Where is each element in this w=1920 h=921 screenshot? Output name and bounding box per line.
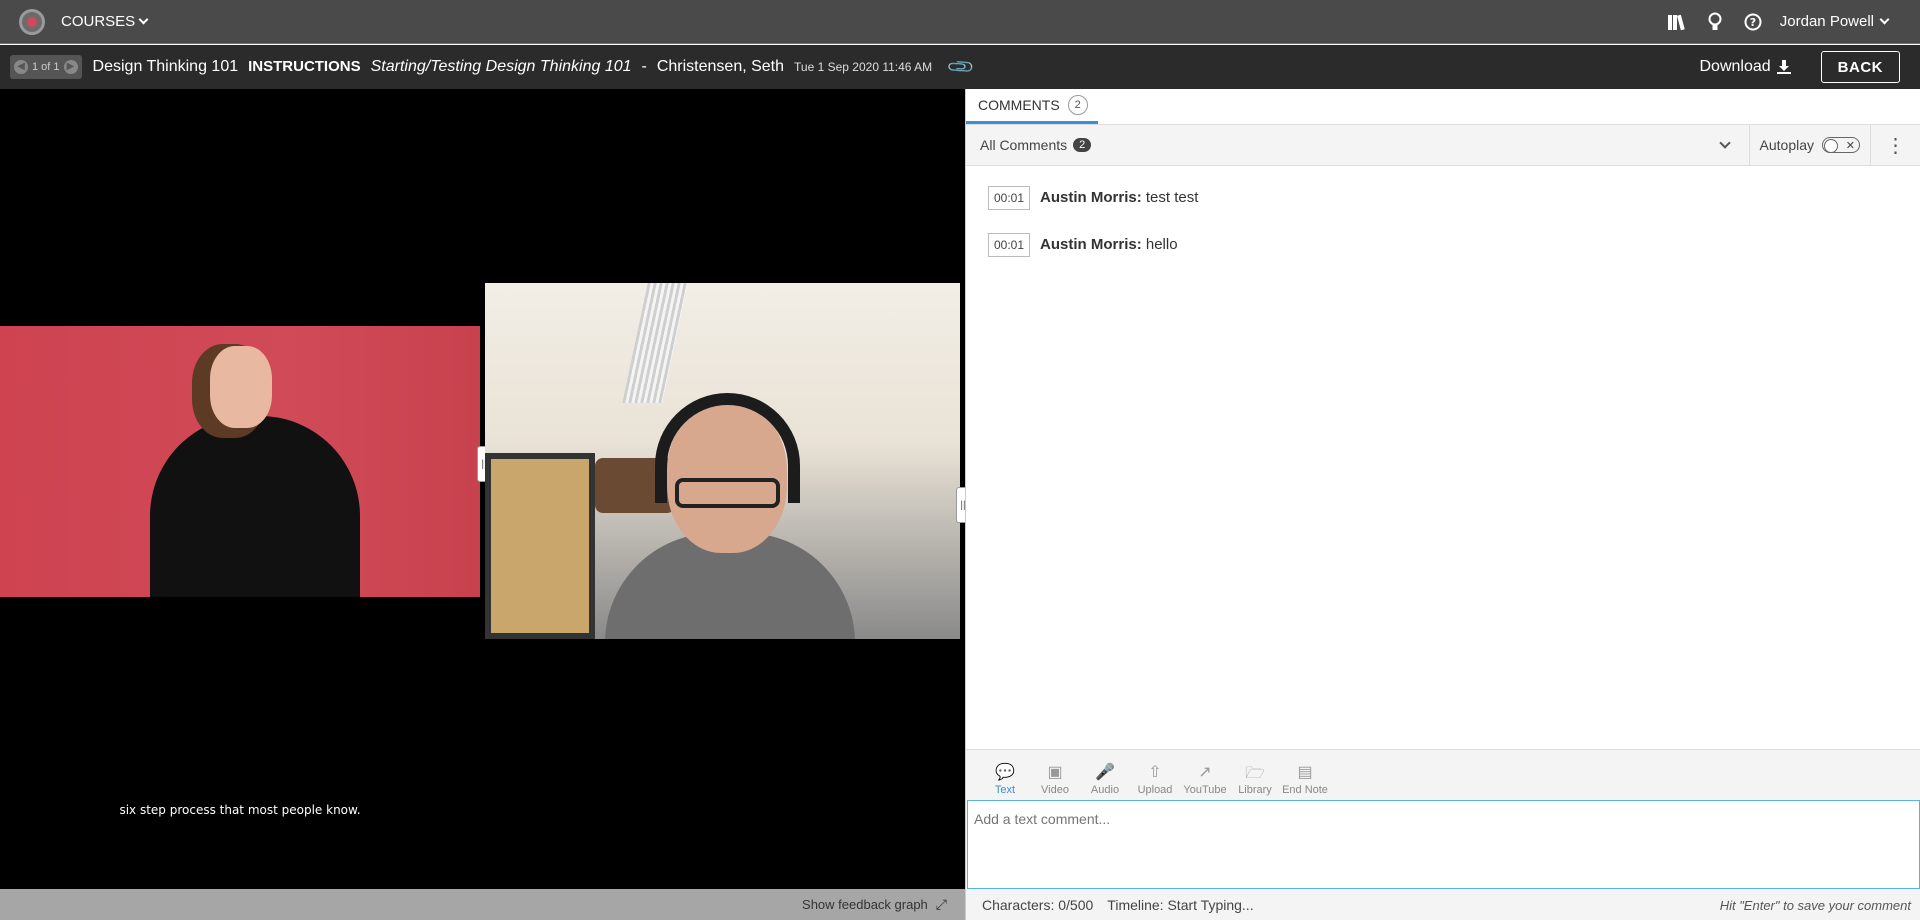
paperclip-icon[interactable]: 📎 xyxy=(946,52,977,83)
courses-menu[interactable]: COURSES xyxy=(61,13,149,30)
breadcrumb: Design Thinking 101 INSTRUCTIONS Startin… xyxy=(93,58,933,76)
all-comments-filter[interactable]: All Comments 2 xyxy=(980,137,1092,153)
student-name: Christensen, Seth xyxy=(656,58,785,75)
instructor-head xyxy=(210,346,272,428)
comment-type-label: End Note xyxy=(1282,784,1328,796)
download-icon xyxy=(1776,60,1791,74)
comment-type-label: Upload xyxy=(1137,784,1173,796)
top-nav: COURSES ? Jordan Powell xyxy=(0,0,1920,44)
tab-comments[interactable]: COMMENTS 2 xyxy=(966,95,1098,124)
library-icon[interactable] xyxy=(1666,11,1688,33)
all-comments-label: All Comments xyxy=(980,137,1068,153)
microphone-icon: 🎤 xyxy=(1095,764,1115,781)
comment-input[interactable] xyxy=(974,811,1913,827)
video-camera-icon: ▣ xyxy=(1047,764,1063,781)
prev-arrow-icon[interactable]: ◀ xyxy=(14,60,28,74)
tab-comments-label: COMMENTS xyxy=(978,97,1060,113)
window-frame xyxy=(485,453,595,639)
speech-bubble-icon: 💬 xyxy=(995,764,1015,781)
svg-text:?: ? xyxy=(1750,16,1756,29)
comment-type-youtube[interactable]: ↗ YouTube xyxy=(1180,762,1230,800)
video-footer: Show feedback graph ⤢ xyxy=(0,889,965,920)
composer-footer: Characters: 0/500 Timeline: Start Typing… xyxy=(966,889,1920,921)
next-arrow-icon[interactable]: ▶ xyxy=(63,60,78,74)
feedback-graph-toggle[interactable]: Show feedback graph xyxy=(802,897,928,912)
comment-type-label: Audio xyxy=(1090,784,1120,796)
comment-timestamp[interactable]: 00:01 xyxy=(988,232,1031,257)
submission-header: ◀ 1 of 1 ▶ Design Thinking 101 INSTRUCTI… xyxy=(0,45,1920,89)
comment-text: hello xyxy=(1145,236,1178,253)
upload-arrow-icon: ⇧ xyxy=(1148,764,1162,781)
video-player[interactable]: || || six step process that most people … xyxy=(0,89,970,920)
back-button[interactable]: BACK xyxy=(1820,51,1900,83)
download-button[interactable]: Download xyxy=(1700,58,1791,76)
note-icon: ▤ xyxy=(1297,764,1313,781)
submission-pager: ◀ 1 of 1 ▶ xyxy=(10,55,82,79)
comment-item[interactable]: 00:01 Austin Morris: hello xyxy=(988,221,1920,268)
comments-tabs: COMMENTS 2 xyxy=(966,89,1920,125)
comments-count-badge: 2 xyxy=(1067,95,1088,115)
video-caption: six step process that most people know. xyxy=(119,803,361,817)
comment-text: test test xyxy=(1145,189,1199,206)
autoplay-label: Autoplay xyxy=(1759,137,1814,153)
expand-icon[interactable]: ⤢ xyxy=(936,896,947,913)
comment-type-library[interactable]: 🗁 Library xyxy=(1230,762,1280,800)
comment-type-end-note[interactable]: ▤ End Note xyxy=(1280,762,1330,800)
comment-type-label: Video xyxy=(1041,784,1069,796)
lightbulb-icon[interactable] xyxy=(1704,11,1726,33)
assignment-title: Starting/Testing Design Thinking 101 xyxy=(370,58,632,75)
comment-author: Austin Morris: xyxy=(1040,236,1142,253)
all-comments-count: 2 xyxy=(1073,138,1092,152)
comment-item[interactable]: 00:01 Austin Morris: test test xyxy=(988,174,1920,221)
instructor-video[interactable] xyxy=(0,326,480,597)
ceiling-light xyxy=(622,283,688,403)
comment-type-label: YouTube xyxy=(1183,784,1227,796)
comment-input-box[interactable] xyxy=(967,800,1920,889)
separator: - xyxy=(641,58,647,75)
comments-filter-bar: All Comments 2 Autoplay ✕ ⋮ xyxy=(966,125,1920,166)
comment-type-label: Text xyxy=(994,784,1016,796)
chevron-down-icon[interactable] xyxy=(1718,137,1731,149)
autoplay-control: Autoplay ✕ xyxy=(1748,125,1870,165)
comment-author: Austin Morris: xyxy=(1040,189,1142,206)
save-hint: Hit "Enter" to save your comment xyxy=(1719,897,1911,913)
more-options-icon[interactable]: ⋮ xyxy=(1870,125,1920,165)
section-label: INSTRUCTIONS xyxy=(248,58,361,75)
character-count: Characters: 0/500 xyxy=(982,897,1094,913)
course-title: Design Thinking 101 xyxy=(92,58,239,75)
comment-timestamp[interactable]: 00:01 xyxy=(988,185,1031,210)
instructor-figure xyxy=(150,416,360,597)
pager-text: 1 of 1 xyxy=(32,61,60,73)
submission-timestamp: Tue 1 Sep 2020 11:46 AM xyxy=(794,60,933,74)
user-name: Jordan Powell xyxy=(1779,13,1874,30)
comment-type-label: Library xyxy=(1238,784,1272,796)
comment-composer: 💬 Text ▣ Video 🎤 Audio ⇧ Upload ↗ YouTub… xyxy=(966,749,1920,920)
comment-type-audio[interactable]: 🎤 Audio xyxy=(1080,762,1130,800)
folder-icon: 🗁 xyxy=(1245,765,1265,782)
glasses xyxy=(675,478,780,508)
chevron-down-icon xyxy=(138,14,149,25)
comments-list: 00:01 Austin Morris: test test 00:01 Aus… xyxy=(966,166,1920,268)
app-logo[interactable] xyxy=(19,8,45,35)
comments-panel: COMMENTS 2 All Comments 2 Autoplay ✕ ⋮ 0… xyxy=(965,89,1920,920)
courses-label: COURSES xyxy=(61,13,136,30)
user-menu[interactable]: Jordan Powell xyxy=(1779,13,1890,30)
external-link-icon: ↗ xyxy=(1198,764,1212,781)
comment-type-video[interactable]: ▣ Video xyxy=(1030,762,1080,800)
download-label: Download xyxy=(1699,58,1771,75)
comment-type-upload[interactable]: ⇧ Upload xyxy=(1130,762,1180,800)
chevron-down-icon xyxy=(1879,14,1890,25)
comment-type-text[interactable]: 💬 Text xyxy=(980,762,1030,800)
student-video[interactable] xyxy=(485,283,960,639)
timeline-status: Timeline: Start Typing... xyxy=(1107,897,1254,913)
autoplay-toggle[interactable]: ✕ xyxy=(1822,137,1860,153)
help-icon[interactable]: ? xyxy=(1742,11,1764,33)
comment-type-selector: 💬 Text ▣ Video 🎤 Audio ⇧ Upload ↗ YouTub… xyxy=(966,750,1920,800)
